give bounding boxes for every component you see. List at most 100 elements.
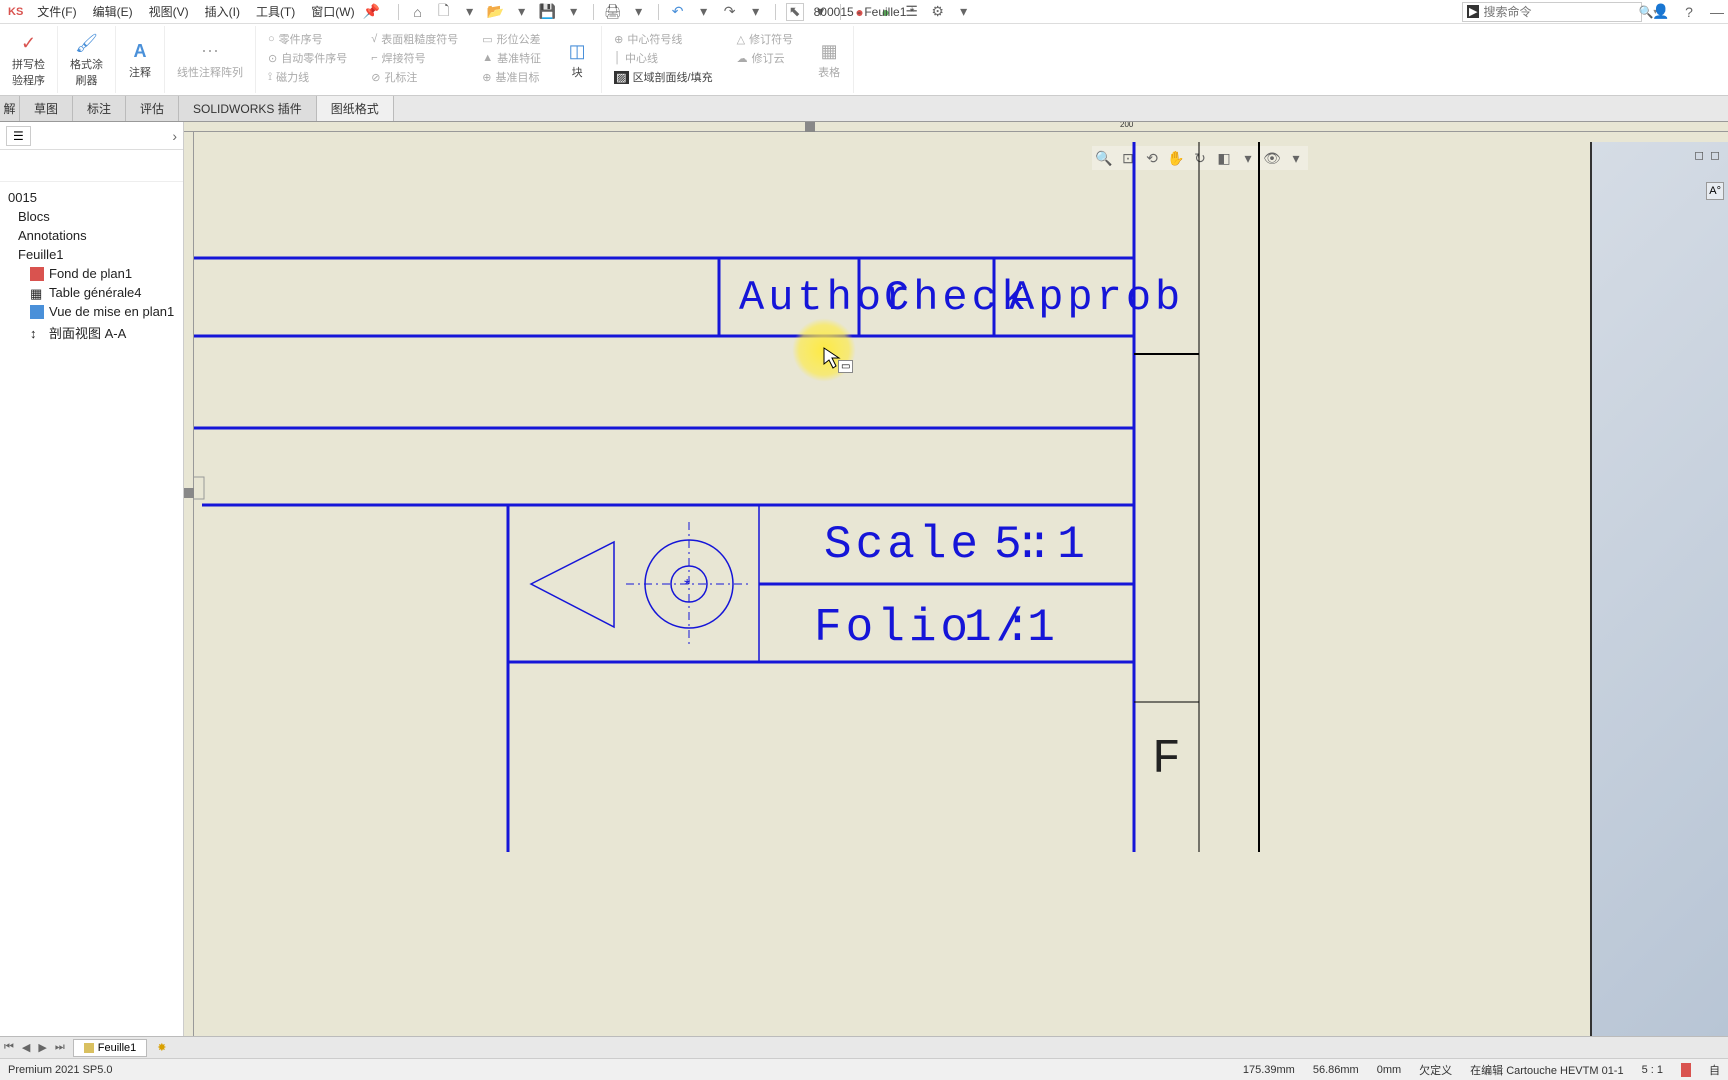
menu-file[interactable]: 文件(F) bbox=[29, 3, 84, 20]
area-hatch-button[interactable]: ▨区域剖面线/填充 bbox=[610, 68, 716, 86]
dropdown-icon[interactable]: ▾ bbox=[955, 3, 973, 21]
pattern-icon: ⋯ bbox=[198, 40, 222, 64]
weld-icon: ⌐ bbox=[371, 52, 377, 64]
sheet-icon bbox=[30, 267, 44, 281]
sheet-nav-next-icon[interactable]: ▶ bbox=[34, 1041, 50, 1054]
tab-hide[interactable]: 解 bbox=[0, 96, 20, 121]
status-under-defined: 欠定义 bbox=[1419, 1062, 1452, 1078]
dropdown-icon[interactable]: ▾ bbox=[747, 3, 765, 21]
menu-window[interactable]: 窗口(W) bbox=[303, 3, 362, 20]
note-button[interactable]: A 注释 bbox=[124, 38, 156, 82]
view-icon bbox=[30, 305, 44, 319]
user-icon[interactable]: 👤 bbox=[1652, 3, 1670, 21]
section-icon: ↕ bbox=[30, 326, 44, 340]
menu-insert[interactable]: 插入(I) bbox=[197, 3, 248, 20]
dropdown-icon[interactable]: ▾ bbox=[461, 3, 479, 21]
search-box[interactable]: ▶ 🔍 ▾ bbox=[1462, 2, 1642, 22]
menu-view[interactable]: 视图(V) bbox=[141, 3, 197, 20]
dropdown-icon[interactable]: ▾ bbox=[695, 3, 713, 21]
help-icon[interactable]: ? bbox=[1680, 3, 1698, 21]
weld-symbol-button: ⌐焊接符号 bbox=[367, 49, 462, 67]
document-title: 800015 - Feuille1 * bbox=[814, 5, 915, 19]
sheet-tab-bar: ⏮ ◀ ▶ ⏭ Feuille1 ✸ bbox=[0, 1036, 1728, 1058]
save-icon[interactable]: 💾 bbox=[539, 3, 557, 21]
note-icon: A bbox=[128, 40, 152, 64]
sheet-nav-first-icon[interactable]: ⏮ bbox=[0, 1041, 18, 1054]
auto-part-number-button: ⊙自动零件序号 bbox=[264, 49, 351, 67]
surface-icon: √ bbox=[371, 33, 377, 45]
minimize-icon[interactable]: — bbox=[1708, 3, 1726, 21]
panel-header: ☰ › bbox=[0, 122, 183, 150]
status-bar: Premium 2021 SP5.0 175.39mm 56.86mm 0mm … bbox=[0, 1058, 1728, 1080]
sheet-nav-prev-icon[interactable]: ◀ bbox=[18, 1041, 34, 1054]
table-icon: ▦ bbox=[817, 40, 841, 64]
preview-strip: ◻ ◻ A° bbox=[1590, 142, 1728, 1036]
tree-vue[interactable]: Vue de mise en plan1 bbox=[4, 302, 179, 321]
status-x: 175.39mm bbox=[1243, 1064, 1295, 1076]
window-tile-icon[interactable]: ◻ bbox=[1694, 148, 1704, 162]
hatch-icon: ▨ bbox=[614, 71, 628, 84]
tab-evaluate[interactable]: 评估 bbox=[126, 96, 179, 121]
dropdown-icon[interactable]: ▾ bbox=[513, 3, 531, 21]
spellcheck-button[interactable]: ✓ 拼写检 验程序 bbox=[8, 30, 49, 90]
datum-icon: ▲ bbox=[482, 52, 493, 64]
home-icon[interactable]: ⌂ bbox=[409, 3, 427, 21]
block-button[interactable]: ◫ 块 bbox=[561, 38, 593, 82]
select-icon[interactable]: ⬉ bbox=[786, 3, 804, 21]
hole-icon: ⊘ bbox=[371, 71, 380, 84]
menu-edit[interactable]: 编辑(E) bbox=[85, 3, 141, 20]
block-icon: ◫ bbox=[565, 40, 589, 64]
part-number-button: ○零件序号 bbox=[264, 30, 351, 48]
magnetic-line-button: ⟟磁力线 bbox=[264, 68, 351, 86]
folio-value: 1/1 bbox=[964, 602, 1059, 654]
chevron-right-icon[interactable]: › bbox=[172, 128, 177, 144]
drawing-canvas[interactable]: 200 🔍 ⊡ ⟲ ✋ ↻ ◧ ▾ 👁 ▾ bbox=[184, 122, 1728, 1036]
tree-section[interactable]: ↕剖面视图 A-A bbox=[4, 321, 179, 344]
centerline-button: │中心线 bbox=[610, 49, 716, 67]
search-input[interactable] bbox=[1483, 5, 1638, 19]
sheet-nav-last-icon[interactable]: ⏭ bbox=[51, 1041, 69, 1054]
scale-value: 5:1 bbox=[994, 519, 1089, 571]
tree-fond[interactable]: Fond de plan1 bbox=[4, 264, 179, 283]
pin-icon[interactable]: 📌 bbox=[363, 3, 381, 21]
print-icon[interactable]: 🖨 bbox=[604, 3, 622, 21]
projection-symbol: * bbox=[531, 522, 752, 647]
new-icon[interactable]: 🗋 bbox=[435, 3, 453, 21]
open-icon[interactable]: 📂 bbox=[487, 3, 505, 21]
command-tabs: 解 草图 标注 评估 SOLIDWORKS 插件 图纸格式 bbox=[0, 96, 1728, 122]
centermark-icon: ⊕ bbox=[614, 33, 623, 46]
tab-addins[interactable]: SOLIDWORKS 插件 bbox=[179, 96, 317, 121]
datum-target-button: ⊕基准目标 bbox=[478, 68, 545, 86]
tree-blocs[interactable]: Blocs bbox=[4, 207, 179, 226]
tab-sketch[interactable]: 草图 bbox=[20, 96, 73, 121]
tree-table[interactable]: ▦Table générale4 bbox=[4, 283, 179, 302]
tree-annotations[interactable]: Annotations bbox=[4, 226, 179, 245]
dropdown-icon[interactable]: ▾ bbox=[565, 3, 583, 21]
app-logo: KS bbox=[2, 6, 29, 18]
paintbrush-icon: 🖌 bbox=[75, 32, 99, 56]
settings-icon[interactable]: ⚙ bbox=[929, 3, 947, 21]
datum-feature-button: ▲基准特征 bbox=[478, 49, 545, 67]
tree-tab-icon[interactable]: ☰ bbox=[6, 126, 31, 146]
redo-icon[interactable]: ↷ bbox=[721, 3, 739, 21]
undo-icon[interactable]: ↶ bbox=[669, 3, 687, 21]
cloud-icon: ☁ bbox=[737, 52, 748, 65]
tab-sheet-format[interactable]: 图纸格式 bbox=[317, 96, 394, 121]
sheet-tab-feuille1[interactable]: Feuille1 bbox=[73, 1039, 148, 1057]
add-sheet-icon[interactable]: ✸ bbox=[153, 1041, 170, 1054]
title-block-svg: Author Check Approb bbox=[194, 132, 1294, 932]
auto-balloon-icon: ⊙ bbox=[268, 52, 277, 65]
dropdown-icon[interactable]: ▾ bbox=[630, 3, 648, 21]
annotation-a-icon[interactable]: A° bbox=[1706, 182, 1724, 200]
tab-annotate[interactable]: 标注 bbox=[73, 96, 126, 121]
status-y: 56.86mm bbox=[1313, 1064, 1359, 1076]
ruler-horizontal: 200 bbox=[184, 122, 1728, 132]
tree-feuille[interactable]: Feuille1 bbox=[4, 245, 179, 264]
window-list-icon[interactable]: ◻ bbox=[1710, 148, 1720, 162]
tree-root[interactable]: 0015 bbox=[4, 188, 179, 207]
menu-tools[interactable]: 工具(T) bbox=[248, 3, 303, 20]
status-flag-icon[interactable] bbox=[1681, 1063, 1691, 1077]
drawing-area[interactable]: 🔍 ⊡ ⟲ ✋ ↻ ◧ ▾ 👁 ▾ Author bbox=[194, 132, 1728, 1036]
centerline-mark-button: ⊕中心符号线 bbox=[610, 30, 716, 48]
format-painter-button[interactable]: 🖌 格式涂 刷器 bbox=[66, 30, 107, 90]
